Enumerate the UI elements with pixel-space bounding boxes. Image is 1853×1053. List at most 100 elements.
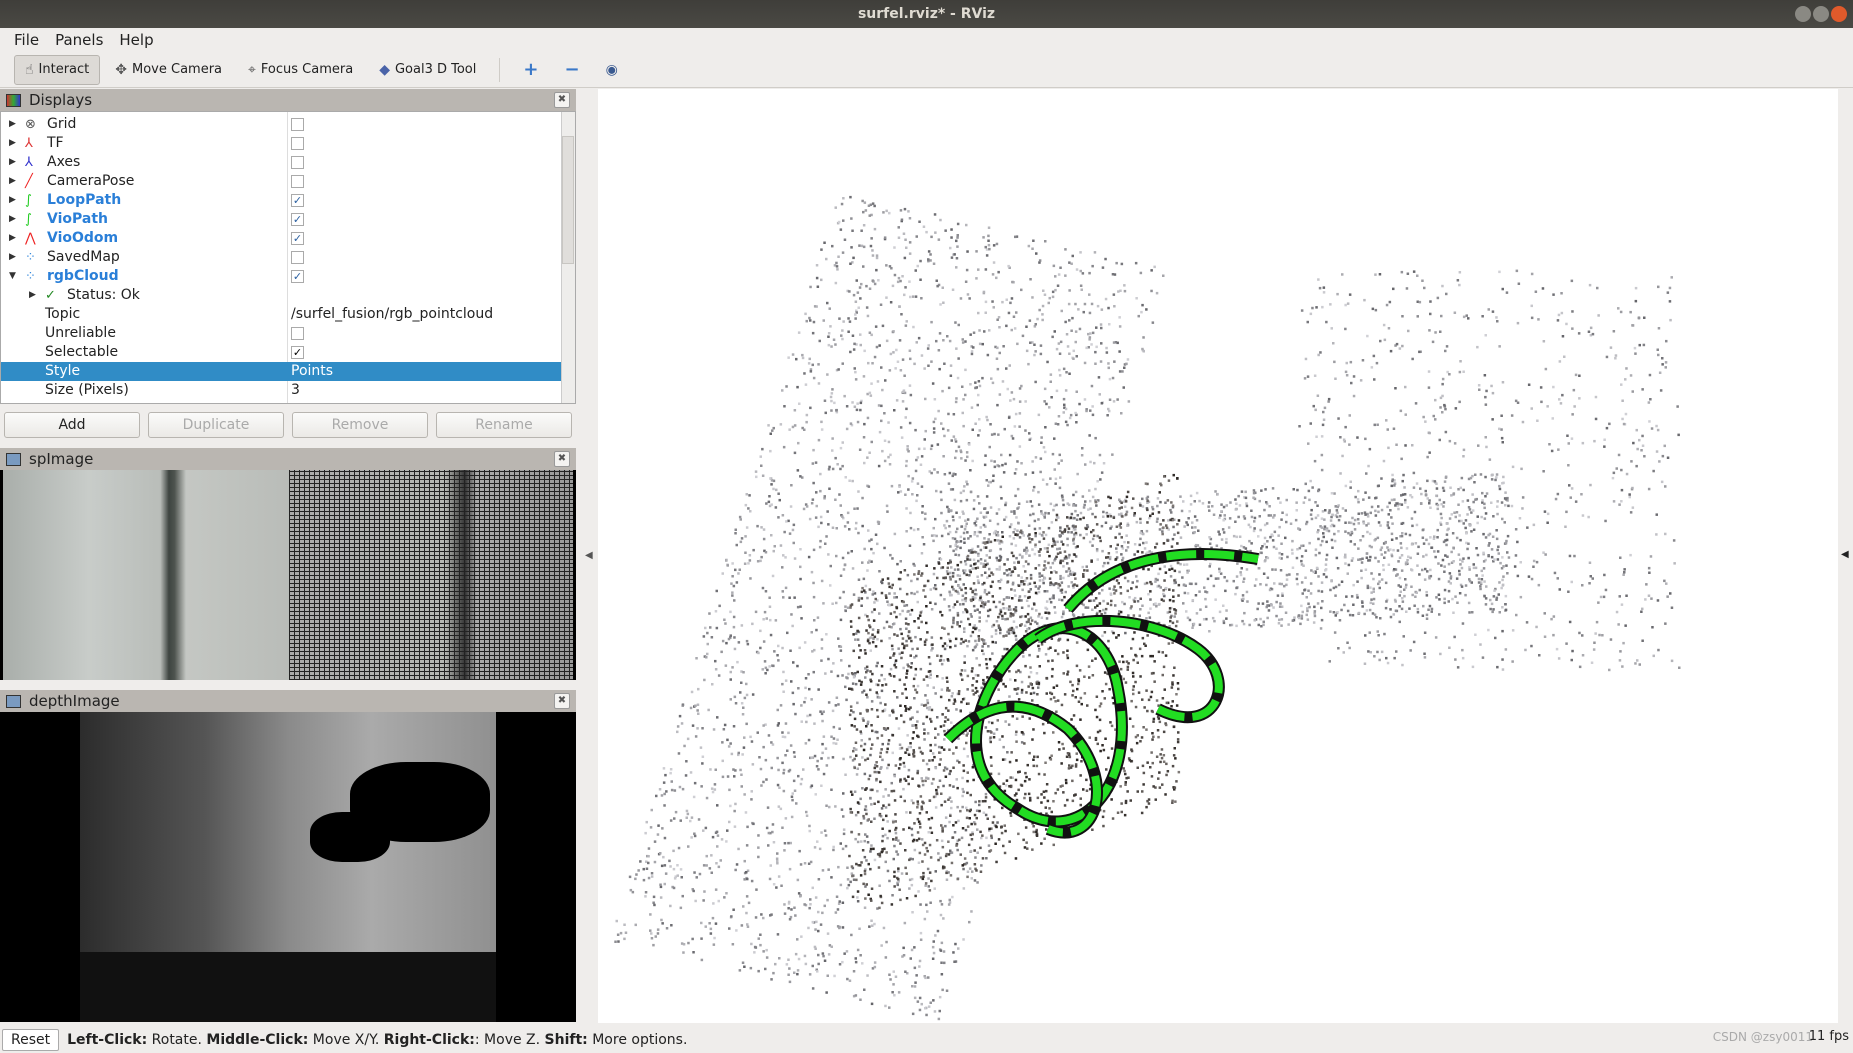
prop-status[interactable]: ▶ ✓ Status: Ok <box>1 286 561 305</box>
tree-scrollbar[interactable] <box>561 112 575 403</box>
close-panel-button[interactable]: ✖ <box>554 451 570 467</box>
hint-key: Middle-Click: <box>206 1032 309 1048</box>
close-panel-button[interactable]: ✖ <box>554 693 570 709</box>
hand-icon: ☝ <box>25 61 34 78</box>
display-item-savedmap[interactable]: ▶ ⁘ SavedMap <box>1 248 561 267</box>
rgb-image <box>3 470 289 680</box>
scrollbar-thumb[interactable] <box>562 136 574 264</box>
remove-button[interactable]: Remove <box>292 412 428 438</box>
view-button[interactable]: ◉ <box>595 55 629 85</box>
expand-arrow-icon[interactable]: ▶ <box>29 286 36 305</box>
depth-image-view <box>0 712 576 1022</box>
tf-icon: ⅄ <box>25 136 33 151</box>
maximize-button[interactable] <box>1813 6 1829 22</box>
close-panel-button[interactable]: ✖ <box>554 92 570 108</box>
displays-buttons: Add Duplicate Remove Rename <box>0 404 576 448</box>
tool-label: Move Camera <box>132 62 223 77</box>
reset-button[interactable]: Reset <box>2 1029 60 1051</box>
expand-arrow-icon[interactable]: ▶ <box>9 134 16 153</box>
enable-checkbox[interactable] <box>291 156 304 169</box>
rename-button[interactable]: Rename <box>436 412 572 438</box>
expand-arrow-icon[interactable]: ▶ <box>9 210 16 229</box>
topic-value[interactable]: /surfel_fusion/rgb_pointcloud <box>291 305 493 324</box>
goal-diamond-icon: ◆ <box>379 61 390 78</box>
duplicate-button[interactable]: Duplicate <box>148 412 284 438</box>
fps-readout: 11 fps <box>1808 1029 1849 1044</box>
display-item-tf[interactable]: ▶ ⅄ TF <box>1 134 561 153</box>
hint-text: More options. <box>587 1032 688 1048</box>
hint-text: Move X/Y. <box>308 1032 384 1048</box>
expand-arrow-icon[interactable]: ▶ <box>9 191 16 210</box>
selectable-checkbox[interactable]: ✓ <box>291 346 304 359</box>
spimage-panel-header: spImage ✖ <box>0 448 576 470</box>
expand-arrow-icon[interactable]: ▶ <box>9 115 16 134</box>
tool-label: Focus Camera <box>260 62 354 77</box>
expand-arrow-icon[interactable]: ▶ <box>9 229 16 248</box>
enable-checkbox[interactable] <box>291 137 304 150</box>
menu-help[interactable]: Help <box>113 31 159 49</box>
prop-size[interactable]: Size (Pixels) 3 <box>1 381 561 400</box>
item-label: VioOdom <box>47 230 119 246</box>
menu-file[interactable]: File <box>8 31 45 49</box>
close-button[interactable] <box>1831 6 1847 22</box>
enable-checkbox[interactable] <box>291 175 304 188</box>
display-item-looppath[interactable]: ▶ ∫ LoopPath ✓ <box>1 191 561 210</box>
style-value[interactable]: Points <box>291 362 333 381</box>
title-text: surfel.rviz* - RViz <box>857 6 996 22</box>
menu-bar: File Panels Help <box>0 28 1853 52</box>
expand-arrow-icon[interactable]: ▶ <box>9 248 16 267</box>
expand-right-arrow-icon[interactable]: ◀ <box>1841 549 1849 560</box>
item-label: rgbCloud <box>47 268 119 284</box>
enable-checkbox[interactable]: ✓ <box>291 213 304 226</box>
toolbar: ☝ Interact ✥ Move Camera ⌖ Focus Camera ◆ Go… <box>0 52 1853 88</box>
status-hint: Left-Click: Rotate. Middle-Click: Move X… <box>67 1032 687 1048</box>
tool-focus-camera[interactable]: ⌖ Focus Camera <box>237 55 364 85</box>
menu-panels[interactable]: Panels <box>49 31 109 49</box>
prop-style[interactable]: Style Points <box>1 362 561 381</box>
depth-hole <box>310 812 390 862</box>
collapse-arrow-icon[interactable]: ▼ <box>9 267 16 286</box>
check-icon: ✓ <box>45 288 56 303</box>
size-value[interactable]: 3 <box>291 381 300 400</box>
prop-label: Status: Ok <box>67 287 140 303</box>
remove-tool-button[interactable]: − <box>553 52 590 87</box>
item-label: LoopPath <box>47 192 122 208</box>
pointcloud-icon: ⁘ <box>25 269 36 284</box>
panel-title: spImage <box>29 450 94 468</box>
collapse-left-arrow-icon[interactable]: ◀ <box>585 550 593 561</box>
eye-icon: ◉ <box>605 61 618 78</box>
display-item-camerapose[interactable]: ▶ ╱ CameraPose <box>1 172 561 191</box>
toolbar-separator <box>499 57 501 82</box>
tool-move-camera[interactable]: ✥ Move Camera <box>104 55 233 85</box>
panel-title: depthImage <box>29 692 120 710</box>
enable-checkbox[interactable] <box>291 251 304 264</box>
left-dock: Displays ✖ ▶ ⊗ Grid ▶ ⅄ TF ▶ ⅄ Axes ▶ ╱ CameraPos… <box>0 89 576 1024</box>
unreliable-checkbox[interactable] <box>291 327 304 340</box>
item-label: Grid <box>47 116 77 132</box>
add-tool-button[interactable]: + <box>512 52 549 87</box>
splitter[interactable] <box>0 680 576 690</box>
minimize-button[interactable] <box>1795 6 1811 22</box>
point-cloud-render <box>614 195 1681 1021</box>
prop-topic[interactable]: Topic/surfel_fusion/rgb_pointcloud <box>1 305 561 324</box>
prop-selectable[interactable]: Selectable ✓ <box>1 343 561 362</box>
expand-arrow-icon[interactable]: ▶ <box>9 172 16 191</box>
display-item-grid[interactable]: ▶ ⊗ Grid <box>1 115 561 134</box>
display-item-axes[interactable]: ▶ ⅄ Axes <box>1 153 561 172</box>
enable-checkbox[interactable] <box>291 118 304 131</box>
add-button[interactable]: Add <box>4 412 140 438</box>
3d-viewport[interactable] <box>598 89 1838 1023</box>
display-item-viopath[interactable]: ▶ ∫ VioPath ✓ <box>1 210 561 229</box>
expand-arrow-icon[interactable]: ▶ <box>9 153 16 172</box>
prop-unreliable[interactable]: Unreliable <box>1 324 561 343</box>
enable-checkbox[interactable]: ✓ <box>291 194 304 207</box>
tool-interact[interactable]: ☝ Interact <box>14 54 101 85</box>
display-item-rgbcloud[interactable]: ▼ ⁘ rgbCloud ✓ <box>1 267 561 286</box>
status-bar: Reset Left-Click: Rotate. Middle-Click: … <box>0 1027 1853 1053</box>
tool-goal3d[interactable]: ◆ Goal3 D Tool <box>368 55 487 85</box>
enable-checkbox[interactable]: ✓ <box>291 270 304 283</box>
display-item-vioodom[interactable]: ▶ ⋀ VioOdom ✓ <box>1 229 561 248</box>
enable-checkbox[interactable]: ✓ <box>291 232 304 245</box>
right-dock-collapsed[interactable]: ◀ <box>1838 89 1853 1023</box>
tool-label: Interact <box>38 62 90 77</box>
